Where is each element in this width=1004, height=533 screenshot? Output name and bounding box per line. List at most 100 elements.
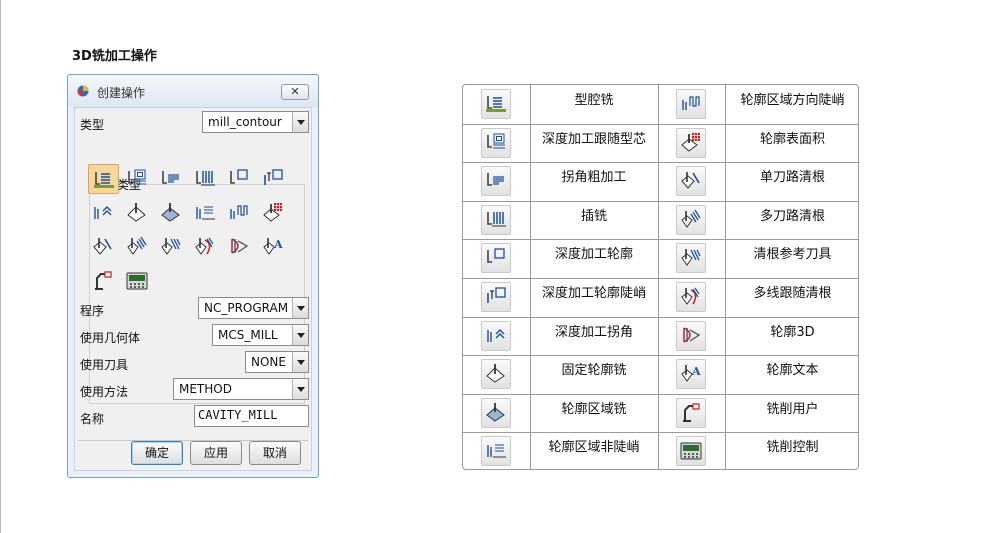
method-label: 使用方法 (80, 385, 129, 399)
operation-label: 多刀路清根 (759, 209, 825, 224)
program-label: 程序 (80, 304, 105, 318)
contour-text-icon: A (676, 359, 706, 389)
operation-label: 清根参考刀具 (753, 247, 832, 262)
subtype-button-flowcut-smooth[interactable] (190, 232, 221, 262)
ok-button[interactable]: 确定 (131, 441, 183, 465)
row-divider (463, 432, 858, 433)
operation-label: 轮廓3D (770, 325, 815, 340)
subtype-button-mill-control[interactable] (122, 266, 153, 296)
chevron-down-icon (292, 325, 308, 345)
zlevel-follow-core-icon (481, 128, 511, 158)
zlevel-corner-icon (481, 321, 511, 351)
contour-area-dir-steep-icon (676, 89, 706, 119)
operation-label: 单刀路清根 (759, 170, 825, 185)
close-button[interactable]: ✕ (281, 84, 309, 100)
mill-user-icon (676, 398, 706, 428)
flowcut-single-icon (676, 166, 706, 196)
method-select-value: METHOD (179, 382, 232, 396)
operation-label: 轮廓表面积 (759, 132, 825, 147)
operation-label: 固定轮廓铣 (561, 363, 627, 378)
flowcut-smooth-icon (676, 282, 706, 312)
name-input-value: CAVITY_MILL (198, 408, 278, 422)
program-select[interactable]: NC_PROGRAM (198, 297, 309, 319)
operation-label: 轮廓区域非陡峭 (548, 440, 640, 455)
subtype-button-contour-area-non-steep[interactable] (190, 198, 221, 228)
operation-label: 铣削控制 (766, 440, 819, 455)
fixed-contour-icon (481, 359, 511, 389)
operation-label: 深度加工轮廓陡峭 (541, 286, 646, 301)
flowcut-ref-tool-icon (676, 243, 706, 273)
subtype-button-contour-area-dir-steep[interactable] (224, 198, 255, 228)
zlevel-profile-steep-icon (481, 282, 511, 312)
row-divider (463, 201, 858, 202)
plunge-mill-icon (481, 205, 511, 235)
create-operation-dialog: 创建操作 ✕ 类型 mill_contour 子类型 A 程序 NC_PROGR… (67, 74, 319, 478)
program-select-value: NC_PROGRAM (204, 301, 289, 315)
operation-label: 铣削用户 (766, 402, 819, 417)
name-input[interactable]: CAVITY_MILL (194, 405, 309, 427)
row-divider (463, 317, 858, 318)
operation-label: 轮廓区域铣 (561, 402, 627, 417)
subtype-button-profile-3d[interactable] (224, 232, 255, 262)
cancel-button[interactable]: 取消 (249, 441, 301, 465)
subtype-button-zlevel-profile-steep[interactable] (258, 164, 289, 194)
operation-label: 拐角粗加工 (561, 170, 627, 185)
zlevel-profile-icon (481, 243, 511, 273)
subtype-button-cavity-mill[interactable] (88, 164, 119, 194)
chevron-down-icon (292, 112, 308, 132)
subtype-button-zlevel-profile[interactable] (224, 164, 255, 194)
subtype-button-contour-surface-area[interactable] (258, 198, 289, 228)
type-select-value: mill_contour (208, 115, 282, 129)
contour-area-icon (481, 398, 511, 428)
operation-label: 深度加工跟随型芯 (541, 132, 646, 147)
geometry-select-value: MCS_MILL (218, 328, 278, 342)
dialog-title: 创建操作 (97, 86, 146, 100)
operation-label: 轮廓区域方向陡峭 (740, 93, 845, 108)
svg-text:A: A (691, 365, 701, 378)
subtype-button-fixed-contour[interactable] (122, 198, 153, 228)
cavity-mill-icon (481, 89, 511, 119)
geometry-select[interactable]: MCS_MILL (212, 324, 309, 346)
name-label: 名称 (80, 412, 105, 426)
contour-surface-area-icon (676, 128, 706, 158)
operation-label: 深度加工轮廓 (554, 247, 633, 262)
operation-label: 插铣 (580, 209, 607, 224)
column-divider (658, 85, 659, 469)
operation-label: 深度加工拐角 (554, 325, 633, 340)
tool-select-value: NONE (251, 355, 286, 369)
tool-label: 使用刀具 (80, 358, 129, 372)
subtype-button-zlevel-corner[interactable] (88, 198, 119, 228)
tool-select[interactable]: NONE (245, 351, 309, 373)
page-left-rule (0, 0, 1, 533)
subtype-button-flowcut-multiple[interactable] (122, 232, 153, 262)
operations-reference-table: 型腔铣深度加工跟随型芯 拐角粗加工插铣深度加工轮廓 深度加工轮廓陡峭 深度加工拐角 固定… (462, 84, 859, 470)
operation-label: 轮廓文本 (766, 363, 819, 378)
subtype-button-contour-area[interactable] (156, 198, 187, 228)
type-select[interactable]: mill_contour (202, 111, 309, 133)
type-label: 类型 (80, 118, 105, 132)
mill-control-icon (676, 436, 706, 466)
dialog-body: 类型 mill_contour 子类型 A 程序 NC_PROGRAM 使用几何… (74, 107, 312, 471)
corner-rough-icon (481, 166, 511, 196)
geometry-label: 使用几何体 (80, 331, 141, 345)
row-divider (463, 278, 858, 279)
row-divider (463, 162, 858, 163)
subtype-button-zlevel-follow-core[interactable] (122, 164, 153, 194)
dialog-titlebar[interactable]: 创建操作 ✕ (68, 75, 318, 107)
subtype-button-mill-user[interactable] (88, 266, 119, 296)
subtype-button-contour-text[interactable]: A (258, 232, 289, 262)
flowcut-multiple-icon (676, 205, 706, 235)
operation-label: 型腔铣 (574, 93, 614, 108)
close-icon: ✕ (290, 85, 300, 98)
subtype-button-plunge-mill[interactable] (190, 164, 221, 194)
method-select[interactable]: METHOD (173, 378, 309, 400)
subtype-button-corner-rough[interactable] (156, 164, 187, 194)
row-divider (463, 394, 858, 395)
chevron-down-icon (292, 298, 308, 318)
row-divider (463, 355, 858, 356)
apply-button[interactable]: 应用 (190, 441, 242, 465)
subtype-button-flowcut-single[interactable] (88, 232, 119, 262)
subtype-button-flowcut-ref-tool[interactable] (156, 232, 187, 262)
contour-area-non-steep-icon (481, 436, 511, 466)
app-logo-icon (77, 85, 89, 97)
